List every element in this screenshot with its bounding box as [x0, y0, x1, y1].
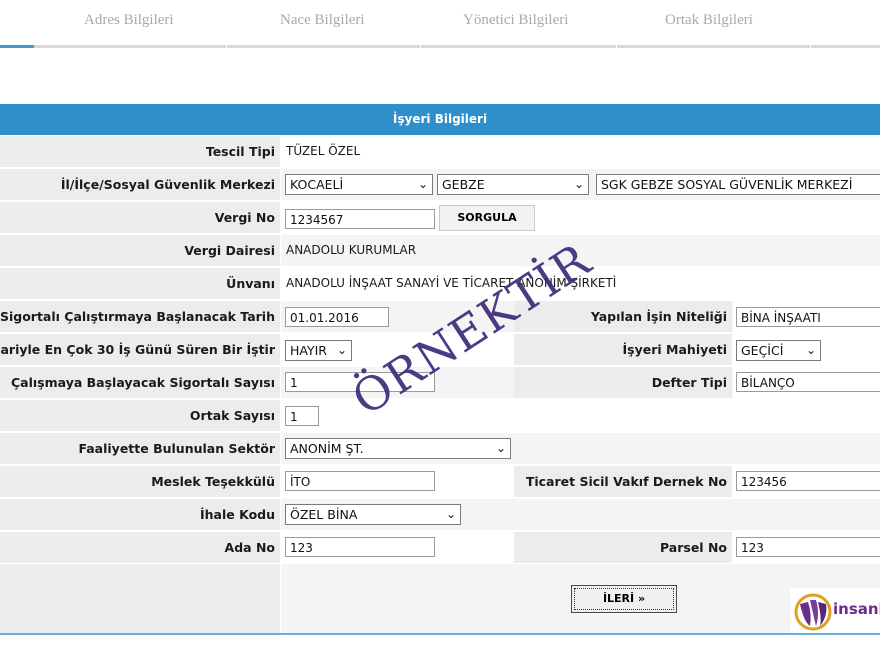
il-select[interactable]: KOCAELİ ⌄ [285, 174, 433, 195]
row-il-ilce: İl/İlçe/Sosyal Güvenlik Merkezi KOCAELİ ⌄… [0, 169, 880, 202]
label-ortak-sayisi: Ortak Sayısı [189, 408, 275, 423]
value-tescil-tipi: TÜZEL ÖZEL [286, 144, 361, 158]
chevron-down-icon: ⌄ [336, 343, 347, 357]
chevron-down-icon: ⌄ [805, 343, 816, 357]
row-unvan: Ünvanı ANADOLU İNŞAAT SANAYİ VE TİCARET … [0, 268, 880, 301]
label-vergi-no: Vergi No [214, 210, 275, 225]
tab-nace-bilgileri[interactable]: Nace Bilgileri [280, 12, 365, 29]
label-isyeri-mahiyeti: İşyeri Mahiyeti [622, 342, 727, 357]
bottom-border [0, 633, 880, 635]
defter-tipi-input[interactable]: BİLANÇO [736, 372, 880, 392]
ortak-sayisi-input[interactable]: 1 [285, 406, 319, 426]
ileri-button[interactable]: İLERİ » [571, 585, 677, 613]
row-tescil-tipi: Tescil Tipi TÜZEL ÖZEL [0, 136, 880, 169]
label-meslek: Meslek Teşekkülü [151, 474, 275, 489]
row-ortak-sayisi: Ortak Sayısı 1 [0, 400, 880, 433]
tab-ortak-bilgileri[interactable]: Ortak Bilgileri [665, 12, 753, 29]
row-ihale-kodu: İhale Kodu ÖZEL BİNA ⌄ [0, 499, 880, 532]
label-ticaret-sicil: Ticaret Sicil Vakıf Dernek No [525, 474, 727, 489]
isin-niteligi-input[interactable]: BİNA İNŞAATI [736, 307, 880, 327]
chevron-down-icon: ⌄ [573, 177, 584, 191]
isyeri-mahiyeti-select[interactable]: GEÇİCİ ⌄ [736, 340, 821, 361]
form-footer [0, 564, 880, 634]
label-ada-no: Ada No [224, 540, 275, 555]
chevron-down-icon: ⌄ [495, 441, 506, 455]
otuz-gun-select[interactable]: HAYIR ⌄ [285, 340, 352, 361]
label-otuz-gun: bariyle En Çok 30 İş Günü Süren Bir İşti… [0, 342, 275, 357]
ticaret-sicil-input[interactable]: 123456 [736, 471, 880, 491]
parsel-no-input[interactable]: 123 [736, 537, 880, 557]
tab-divider [616, 45, 617, 48]
row-vergi-dairesi: Vergi Dairesi ANADOLU KURUMLAR [0, 235, 880, 268]
tab-divider [420, 45, 421, 48]
tab-progress-track [0, 45, 880, 48]
meslek-input[interactable]: İTO [285, 471, 435, 491]
label-ihale-kodu: İhale Kodu [200, 507, 275, 522]
value-vergi-dairesi: ANADOLU KURUMLAR [286, 243, 417, 257]
label-baslama-tarihi: Sigortalı Çalıştırmaya Başlanacak Tarih [0, 309, 275, 324]
label-sigortali-sayisi: Çalışmaya Başlayacak Sigortalı Sayısı [11, 375, 275, 390]
label-il-ilce: İl/İlçe/Sosyal Güvenlik Merkezi [60, 177, 275, 192]
label-tescil-tipi: Tescil Tipi [205, 144, 275, 159]
label-sektor: Faaliyette Bulunulan Sektör [78, 441, 275, 456]
ihale-kodu-select[interactable]: ÖZEL BİNA ⌄ [285, 504, 461, 525]
chevron-down-icon: ⌄ [417, 177, 428, 191]
label-unvan: Ünvanı [226, 276, 275, 291]
tab-divider [810, 45, 811, 48]
row-vergi-no: Vergi No 1234567 SORGULA [0, 202, 880, 235]
chevron-down-icon: ⌄ [445, 507, 456, 521]
tab-divider [226, 45, 227, 48]
sektor-select[interactable]: ANONİM ŞT. ⌄ [285, 438, 511, 459]
label-vergi-dairesi: Vergi Dairesi [184, 243, 275, 258]
label-isin-niteligi: Yapılan İşin Niteliği [590, 309, 727, 324]
row-ada-parsel: Ada No 123 Parsel No 123 [0, 532, 880, 565]
tab-yonetici-bilgileri[interactable]: Yönetici Bilgileri [463, 12, 568, 29]
tab-progress-active [0, 45, 34, 48]
sorgula-button[interactable]: SORGULA [439, 205, 535, 231]
label-parsel-no: Parsel No [659, 540, 727, 555]
vergi-no-input[interactable]: 1234567 [285, 209, 435, 229]
row-sektor: Faaliyette Bulunulan Sektör ANONİM ŞT. ⌄ [0, 433, 880, 466]
company-logo: insank [790, 588, 880, 634]
sgm-select[interactable]: SGK GEBZE SOSYAL GÜVENLİK MERKEZİ [596, 174, 880, 195]
baslama-tarihi-input[interactable]: 01.01.2016 [285, 307, 389, 327]
wizard-tabs: Adres Bilgileri Nace Bilgileri Yönetici … [0, 0, 880, 50]
tab-adres-bilgileri[interactable]: Adres Bilgileri [84, 12, 174, 29]
row-meslek: Meslek Teşekkülü İTO Ticaret Sicil Vakıf… [0, 466, 880, 499]
label-defter-tipi: Defter Tipi [651, 375, 727, 390]
ilce-select[interactable]: GEBZE ⌄ [437, 174, 589, 195]
section-header: İşyeri Bilgileri [0, 104, 880, 135]
ada-no-input[interactable]: 123 [285, 537, 435, 557]
logo-text: insank [833, 600, 880, 618]
